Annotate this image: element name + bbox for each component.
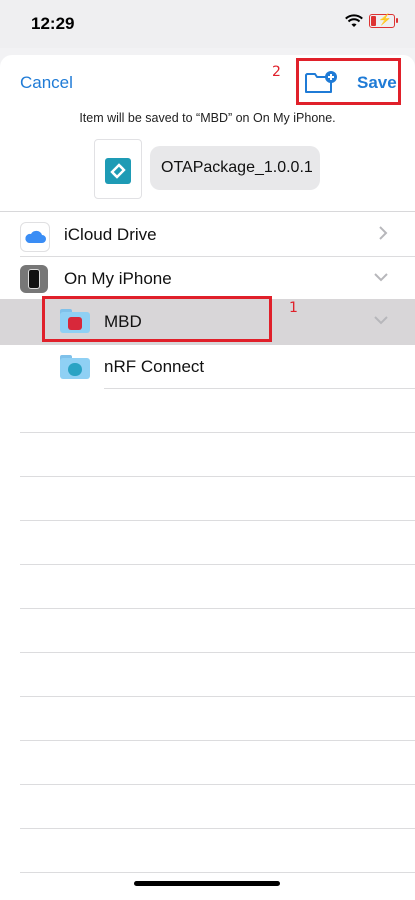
location-label: nRF Connect — [104, 357, 205, 376]
row-divider — [20, 740, 415, 741]
row-divider — [20, 432, 415, 433]
save-info-text: Item will be saved to “MBD” on On My iPh… — [79, 111, 336, 125]
row-divider — [20, 784, 415, 785]
app-logo-icon — [105, 158, 131, 184]
row-divider — [104, 388, 415, 389]
row-divider — [20, 652, 415, 653]
row-divider — [20, 696, 415, 697]
annotation-box-save — [296, 58, 401, 105]
location-icloud-drive[interactable]: iCloud Drive — [0, 213, 415, 257]
file-thumbnail — [94, 139, 142, 199]
row-divider — [20, 872, 415, 873]
battery-icon: ⚡ — [369, 14, 398, 28]
location-label: On My iPhone — [64, 269, 172, 288]
location-on-my-iphone[interactable]: On My iPhone — [0, 257, 415, 301]
save-sheet: Cancel Save 2 Item will be saved to “MBD… — [0, 55, 415, 900]
status-icons: ⚡ — [345, 14, 398, 28]
home-indicator — [134, 881, 280, 886]
divider — [0, 211, 415, 212]
filename-field[interactable]: OTAPackage_1.0.0.1 — [150, 146, 320, 190]
row-divider — [20, 520, 415, 521]
row-divider — [20, 476, 415, 477]
annotation-box-mbd — [42, 296, 272, 342]
annotation-number-2: 2 — [272, 64, 281, 80]
annotation-number-1: 1 — [289, 300, 298, 316]
icloud-icon — [20, 222, 50, 252]
location-label: iCloud Drive — [64, 225, 157, 244]
chevron-right-icon — [378, 225, 388, 246]
folder-icon — [60, 355, 90, 379]
row-divider — [20, 564, 415, 565]
chevron-down-icon — [373, 269, 389, 287]
row-divider — [20, 608, 415, 609]
cancel-button[interactable]: Cancel — [20, 73, 73, 93]
row-divider — [20, 828, 415, 829]
location-nrf-connect[interactable]: nRF Connect — [0, 345, 415, 389]
wifi-icon — [345, 14, 363, 27]
status-bar: 12:29 ⚡ — [0, 0, 415, 48]
iphone-icon — [20, 265, 48, 293]
status-time: 12:29 — [31, 14, 75, 33]
chevron-down-icon — [373, 312, 389, 330]
